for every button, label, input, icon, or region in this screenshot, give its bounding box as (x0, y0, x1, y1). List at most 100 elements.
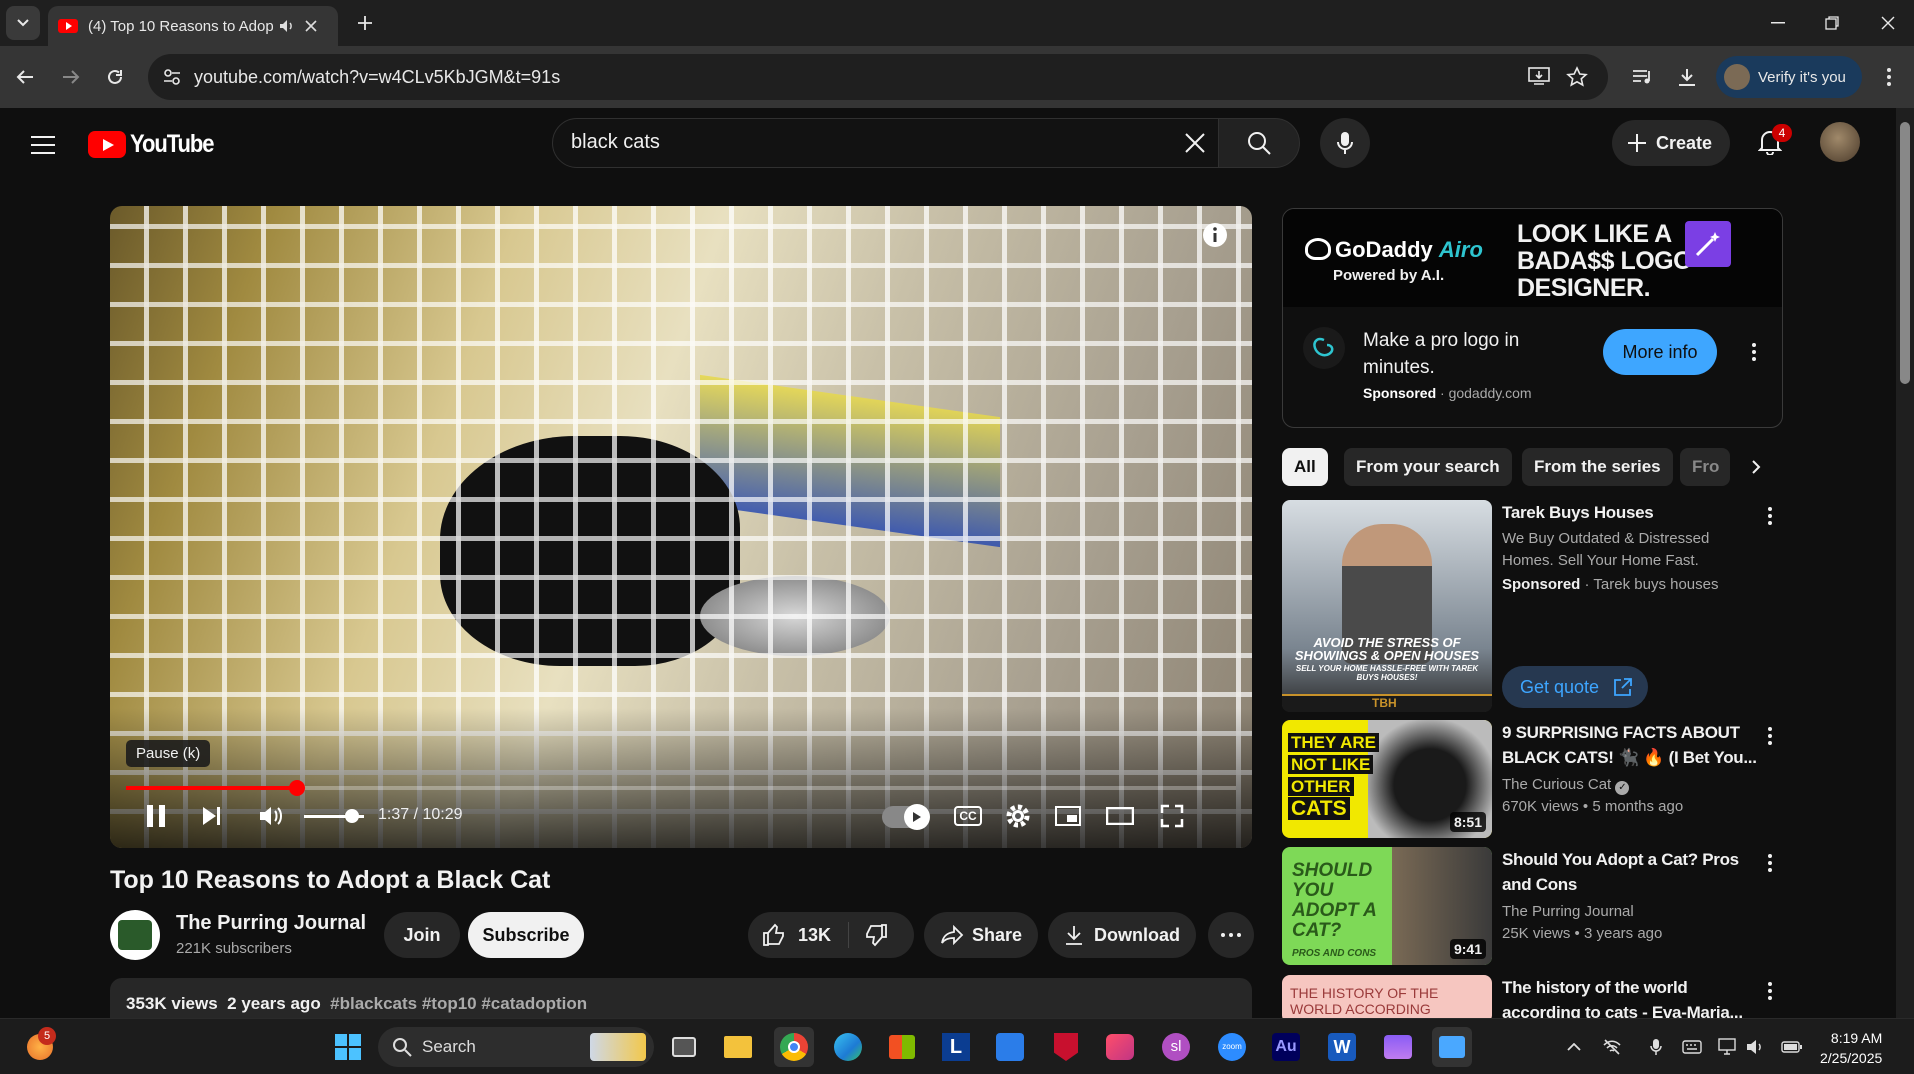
l-app-icon[interactable]: L (936, 1027, 976, 1067)
join-button[interactable]: Join (384, 912, 460, 958)
sponsored-recommendation[interactable]: AVOID THE STRESS OF SHOWINGS & OPEN HOUS… (1282, 500, 1782, 712)
rec-channel[interactable]: The Purring Journal (1502, 901, 1634, 923)
pause-button[interactable] (136, 796, 176, 836)
rec-menu-icon[interactable] (1760, 502, 1780, 530)
restore-window-icon[interactable] (1812, 8, 1852, 38)
chip-all[interactable]: All (1282, 448, 1328, 486)
browser-tab-active[interactable]: (4) Top 10 Reasons to Adopt a Black Cat (48, 6, 338, 46)
active-app-icon[interactable] (1432, 1027, 1472, 1067)
hamburger-menu-icon[interactable] (26, 128, 60, 162)
chip-from-your-search[interactable]: From your search (1344, 448, 1512, 486)
progress-bar[interactable] (126, 780, 1236, 796)
edge-icon[interactable] (828, 1027, 868, 1067)
show-hidden-icons-chevron-icon[interactable] (1562, 1035, 1586, 1059)
autoplay-toggle[interactable] (882, 804, 930, 830)
rec-title[interactable]: Tarek Buys Houses (1502, 500, 1762, 525)
scroll-thumb[interactable] (1900, 122, 1910, 384)
install-app-icon[interactable] (1528, 66, 1550, 86)
mute-button[interactable] (252, 796, 292, 836)
volume-knob[interactable] (345, 809, 359, 823)
bookmark-star-icon[interactable] (1566, 66, 1588, 88)
new-tab-plus-icon[interactable] (350, 8, 380, 38)
get-quote-button[interactable]: Get quote (1502, 666, 1648, 708)
share-button[interactable]: Share (924, 912, 1038, 958)
rec-thumbnail[interactable]: SHOULD YOU ADOPT A CAT? PROS AND CONS 9:… (1282, 847, 1492, 965)
drawing-app-icon[interactable] (990, 1027, 1030, 1067)
account-avatar[interactable] (1820, 122, 1860, 162)
more-info-button[interactable]: More info (1603, 329, 1717, 375)
reload-icon[interactable] (96, 58, 134, 96)
recommendation-item[interactable]: SHOULD YOU ADOPT A CAT? PROS AND CONS 9:… (1282, 847, 1782, 965)
theater-mode-button[interactable] (1100, 796, 1140, 836)
channel-name[interactable]: The Purring Journal (176, 912, 366, 935)
create-button[interactable]: Create (1612, 120, 1730, 166)
settings-button[interactable] (998, 796, 1038, 836)
youtube-logo[interactable]: YouTube (88, 130, 225, 159)
search-button[interactable] (1218, 118, 1300, 168)
browser-menu-icon[interactable] (1870, 58, 1908, 96)
speaker-audio-icon[interactable] (279, 19, 295, 33)
chip-from-the-series[interactable]: From the series (1522, 448, 1673, 486)
recommendation-item[interactable]: THEY ARE NOT LIKE OTHER CATS 8:51 9 SURP… (1282, 720, 1782, 838)
sponsored-ad-card[interactable]: GoDaddy Airo Powered by A.I. LOOK LIKE A… (1282, 208, 1783, 428)
volume-tray-icon[interactable] (1744, 1035, 1768, 1059)
word-icon[interactable]: W (1322, 1027, 1362, 1067)
rec-title[interactable]: The history of the world according to ca… (1502, 975, 1762, 1023)
rec-menu-icon[interactable] (1760, 977, 1780, 1005)
hashtags[interactable]: #blackcats #top10 #catadoption (330, 994, 587, 1013)
zoom-icon[interactable]: zoom (1212, 1027, 1252, 1067)
mcafee-icon[interactable] (1046, 1027, 1086, 1067)
site-settings-icon[interactable] (162, 67, 182, 87)
ad-banner[interactable]: GoDaddy Airo Powered by A.I. LOOK LIKE A… (1283, 209, 1782, 307)
channel-avatar[interactable] (110, 910, 160, 960)
audition-icon[interactable]: Au (1266, 1027, 1306, 1067)
recommendation-item[interactable]: THE HISTORY OF THE WORLD ACCORDING TO Th… (1282, 975, 1782, 1023)
next-button[interactable] (192, 796, 232, 836)
clear-search-icon[interactable] (1183, 131, 1207, 155)
media-queue-icon[interactable] (1624, 58, 1662, 96)
taskbar-search[interactable]: Search (378, 1027, 654, 1067)
search-input[interactable] (571, 131, 1131, 154)
rec-thumbnail[interactable]: THEY ARE NOT LIKE OTHER CATS 8:51 (1282, 720, 1492, 838)
clipchamp-icon[interactable] (1378, 1027, 1418, 1067)
rec-menu-icon[interactable] (1760, 849, 1780, 877)
creative-cloud-icon[interactable] (1100, 1027, 1140, 1067)
microphone-tray-icon[interactable] (1644, 1035, 1668, 1059)
rec-thumbnail[interactable]: AVOID THE STRESS OF SHOWINGS & OPEN HOUS… (1282, 500, 1492, 712)
subtitles-button[interactable]: CC (948, 796, 988, 836)
fullscreen-button[interactable] (1152, 796, 1192, 836)
close-window-icon[interactable] (1868, 8, 1908, 38)
taskbar-clock[interactable]: 8:19 AM 2/25/2025 (1820, 1028, 1882, 1068)
windows-start-icon[interactable] (328, 1027, 368, 1067)
subscribe-button[interactable]: Subscribe (468, 912, 584, 958)
video-player[interactable]: Pause (k) 1:37 / 10:29 CC (110, 206, 1252, 848)
keyboard-icon[interactable] (1680, 1035, 1704, 1059)
volume-slider[interactable] (304, 809, 364, 823)
battery-icon[interactable] (1780, 1035, 1804, 1059)
address-bar[interactable]: youtube.com/watch?v=w4CLv5KbJGM&t=91s (148, 54, 1608, 100)
chrome-icon[interactable] (774, 1027, 814, 1067)
back-arrow-icon[interactable] (6, 58, 44, 96)
microsoft-store-icon[interactable] (882, 1027, 922, 1067)
page-scrollbar[interactable] (1896, 108, 1914, 1018)
task-view-icon[interactable] (664, 1027, 704, 1067)
file-explorer-icon[interactable] (718, 1027, 758, 1067)
tab-search-button[interactable] (6, 6, 40, 40)
ad-menu-icon[interactable] (1741, 337, 1767, 367)
miniplayer-button[interactable] (1048, 796, 1088, 836)
like-button[interactable] (762, 923, 786, 947)
rec-menu-icon[interactable] (1760, 722, 1780, 750)
chips-next-button[interactable] (1736, 448, 1776, 486)
sl-app-icon[interactable]: sl (1156, 1027, 1196, 1067)
chip-truncated[interactable]: Fro (1680, 448, 1730, 486)
close-tab-icon[interactable] (305, 20, 317, 32)
more-actions-button[interactable] (1208, 912, 1254, 958)
info-icon[interactable] (1200, 220, 1230, 250)
rec-title[interactable]: Should You Adopt a Cat? Pros and Cons (1502, 847, 1762, 897)
downloads-icon[interactable] (1668, 58, 1706, 96)
voice-search-button[interactable] (1320, 118, 1370, 168)
profile-verify-button[interactable]: Verify it's you (1716, 56, 1862, 98)
rec-title[interactable]: 9 SURPRISING FACTS ABOUT BLACK CATS! 🐈‍⬛… (1502, 720, 1762, 770)
rec-channel[interactable]: The Curious Cat ✓ (1502, 774, 1630, 796)
download-button[interactable]: Download (1048, 912, 1196, 958)
